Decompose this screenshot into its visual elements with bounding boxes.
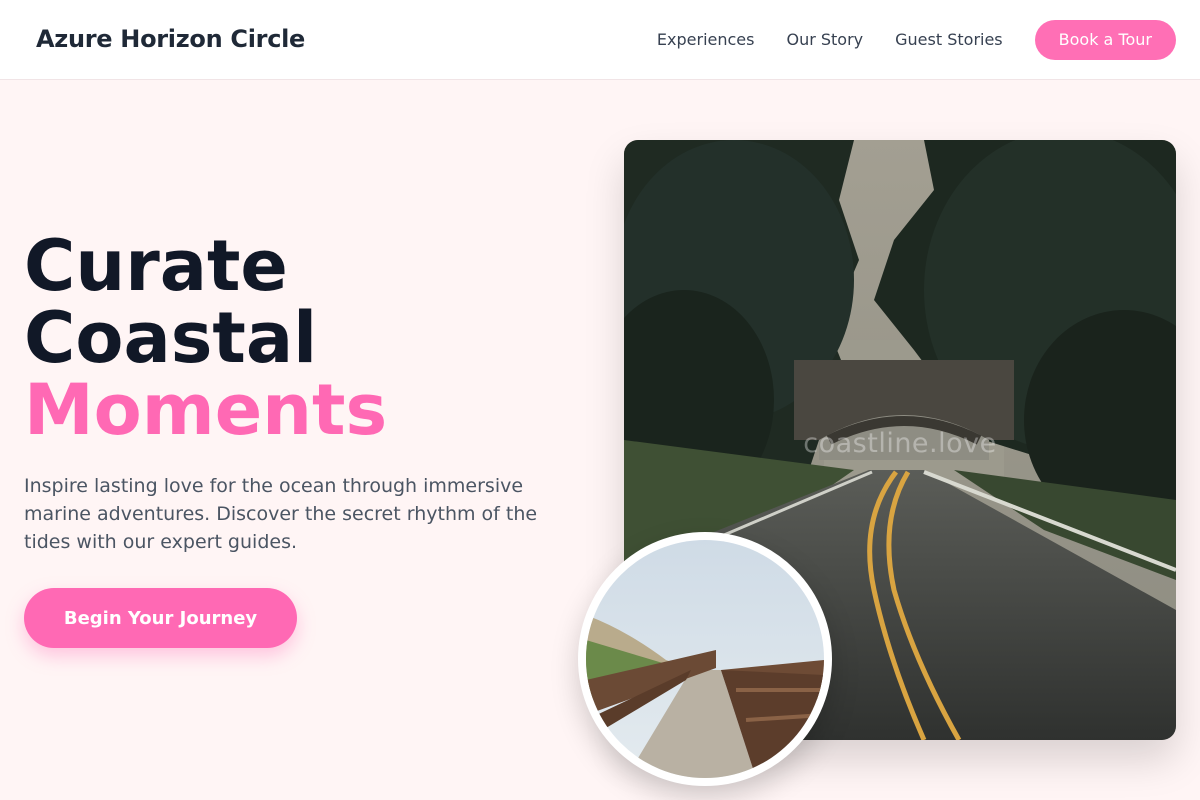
hero-title: Curate Coastal Moments (24, 230, 387, 446)
hero-title-line-1: Curate (24, 225, 288, 307)
hero-title-line-2: Coastal (24, 297, 318, 379)
hero-circle-photo (578, 532, 832, 786)
nav-links: Experiences Our Story Guest Stories Book… (657, 20, 1176, 60)
image-watermark: coastline.love (803, 428, 997, 459)
nav-link-our-story[interactable]: Our Story (786, 30, 863, 50)
hero-title-highlight: Moments (24, 369, 388, 451)
top-navbar: Azure Horizon Circle Experiences Our Sto… (0, 0, 1200, 80)
brand-logo-text[interactable]: Azure Horizon Circle (36, 24, 305, 54)
hero-description: Inspire lasting love for the ocean throu… (24, 475, 538, 553)
boardwalk-illustration (586, 540, 824, 778)
nav-link-guest-stories[interactable]: Guest Stories (895, 30, 1003, 50)
nav-link-experiences[interactable]: Experiences (657, 30, 755, 50)
begin-journey-button[interactable]: Begin Your Journey (24, 588, 297, 648)
book-a-tour-button[interactable]: Book a Tour (1034, 20, 1176, 60)
